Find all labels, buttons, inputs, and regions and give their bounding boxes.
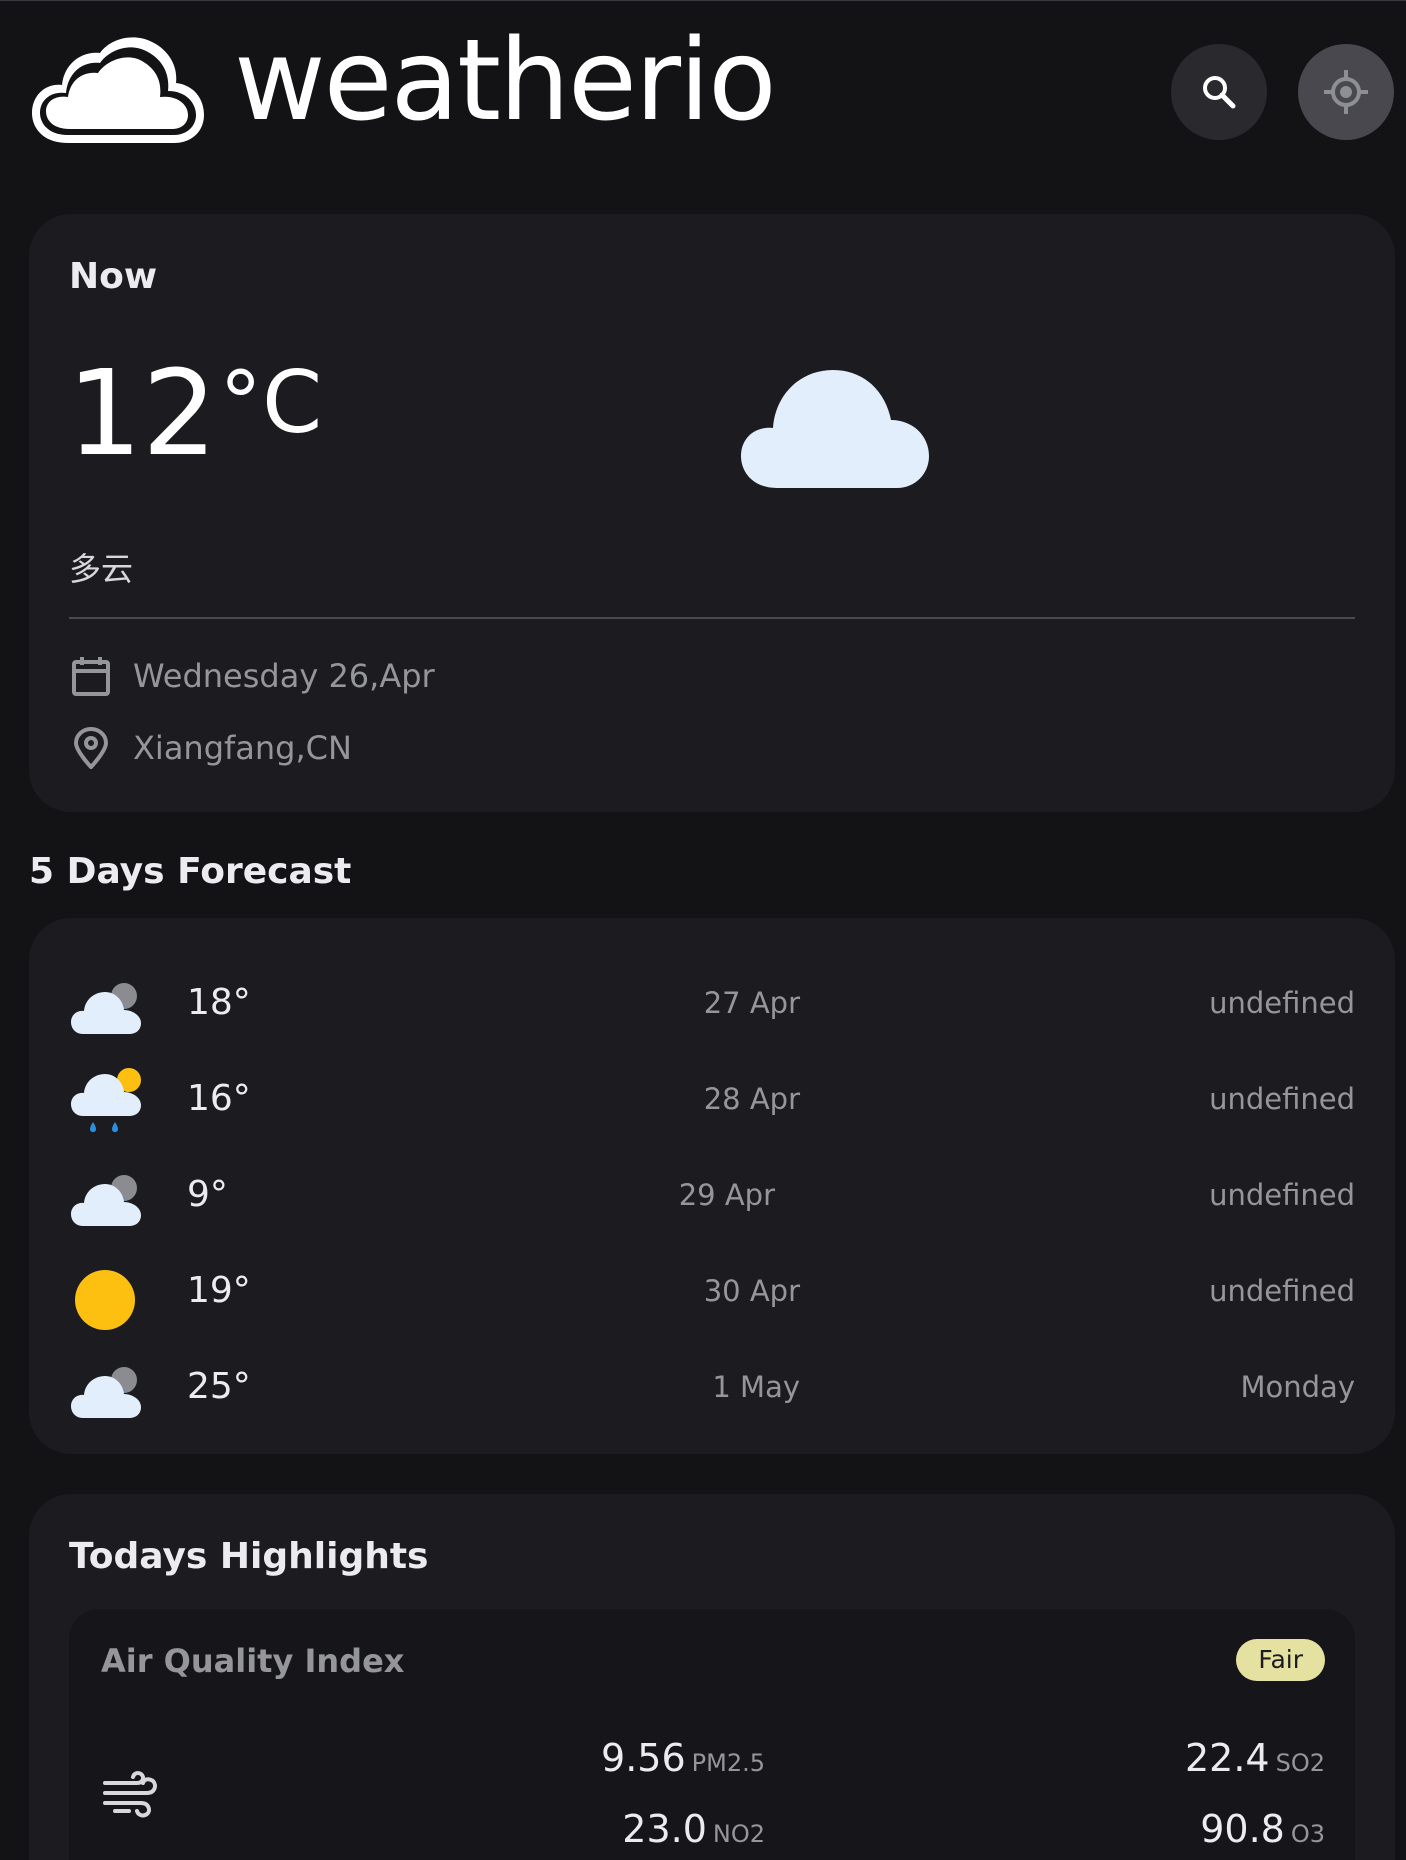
now-title: Now	[69, 256, 158, 297]
search-icon	[1203, 76, 1236, 109]
current-location-button[interactable]	[1298, 44, 1394, 140]
location-row: Xiangfang,CN	[69, 726, 352, 770]
cloudy-icon	[71, 1367, 141, 1418]
aqi-title: Air Quality Index	[101, 1642, 405, 1680]
forecast-temp: 25°	[187, 1366, 251, 1407]
header: weatherio	[0, 1, 1406, 201]
so2-label: SO2	[1275, 1749, 1325, 1777]
forecast-date: 28 Apr	[703, 1082, 800, 1116]
highlights-card: Todays Highlights Air Quality Index Fair…	[29, 1494, 1395, 1860]
weather-description: 多云	[69, 550, 134, 588]
temperature-value: 12	[67, 344, 218, 482]
air-quality-card: Air Quality Index Fair 9.56 PM2.5 22.4 SO2…	[69, 1609, 1355, 1860]
forecast-date: 1 May	[712, 1370, 800, 1404]
forecast-temp: 19°	[187, 1270, 251, 1311]
forecast-temp: 9°	[187, 1174, 228, 1215]
forecast-day: undefined	[1209, 1274, 1355, 1308]
logo[interactable]: weatherio	[28, 25, 777, 151]
temperature-unit: °C	[219, 353, 323, 453]
so2-reading: 22.4 SO2	[1185, 1736, 1325, 1780]
forecast-temp: 16°	[187, 1078, 251, 1119]
forecast-day: undefined	[1209, 986, 1355, 1020]
forecast-day: Monday	[1240, 1370, 1356, 1404]
forecast-row: 16° 28 Apr undefined	[69, 1062, 1355, 1142]
wind-icon	[103, 1771, 157, 1818]
rain-sun-icon	[71, 1068, 141, 1132]
cloudy-icon	[71, 1175, 141, 1226]
current-temperature: 12°C	[67, 354, 322, 472]
forecast-date: 30 Apr	[703, 1274, 800, 1308]
cloud-icon	[32, 37, 204, 143]
pm25-value: 9.56	[601, 1736, 686, 1780]
current-weather-card: Now 12°C 多云 Wednesday 26,Apr Xiangfang,C…	[29, 214, 1395, 812]
highlights-title: Todays Highlights	[69, 1536, 429, 1577]
o3-value: 90.8	[1200, 1807, 1285, 1851]
forecast-day: undefined	[1209, 1178, 1355, 1212]
search-button[interactable]	[1171, 44, 1267, 140]
no2-label: NO2	[712, 1820, 765, 1848]
forecast-date: 27 Apr	[703, 986, 800, 1020]
pm25-label: PM2.5	[691, 1749, 765, 1777]
no2-value: 23.0	[622, 1807, 707, 1851]
cloudy-icon	[71, 983, 141, 1034]
date-row: Wednesday 26,Apr	[69, 654, 435, 698]
forecast-row: 25° 1 May Monday	[69, 1350, 1355, 1430]
forecast-temp: 18°	[187, 982, 251, 1023]
location-pin-icon	[69, 726, 113, 770]
o3-label: O3	[1290, 1820, 1325, 1848]
current-location-icon	[1324, 70, 1368, 114]
divider	[69, 617, 1355, 619]
so2-value: 22.4	[1184, 1736, 1270, 1780]
aqi-badge: Fair	[1236, 1639, 1325, 1681]
cloud-icon	[741, 370, 929, 488]
forecast-row: 18° 27 Apr undefined	[69, 966, 1355, 1046]
no2-reading: 23.0 NO2	[622, 1807, 765, 1851]
forecast-card: 18° 27 Apr undefined 16° 28 Apr undefine…	[29, 918, 1395, 1454]
current-date: Wednesday 26,Apr	[133, 657, 435, 695]
calendar-icon	[69, 654, 113, 698]
forecast-heading: 5 Days Forecast	[29, 851, 352, 892]
pm25-reading: 9.56 PM2.5	[601, 1736, 765, 1780]
forecast-day: undefined	[1209, 1082, 1355, 1116]
sun-icon	[75, 1270, 135, 1330]
forecast-date: 29 Apr	[678, 1178, 775, 1212]
forecast-row: 19° 30 Apr undefined	[69, 1254, 1355, 1334]
forecast-row: 9° 29 Apr undefined	[69, 1158, 1355, 1238]
current-location: Xiangfang,CN	[133, 729, 352, 767]
app-name: weatherio	[234, 16, 777, 146]
o3-reading: 90.8 O3	[1200, 1807, 1325, 1851]
